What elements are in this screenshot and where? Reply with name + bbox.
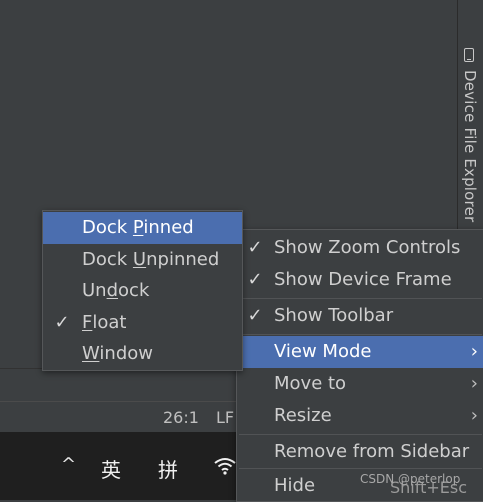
checkmark-icon: ✓ xyxy=(54,312,70,333)
submenu-item-label: Dock Unpinned xyxy=(82,249,220,270)
checkmark-icon: ✓ xyxy=(247,269,263,290)
view-mode-submenu: Dock Pinned Dock Unpinned Undock ✓ Float… xyxy=(42,210,243,371)
menu-separator xyxy=(239,334,482,335)
line-separator[interactable]: LF xyxy=(216,408,234,427)
menu-item-label: Remove from Sidebar xyxy=(274,441,470,462)
menu-separator xyxy=(239,298,482,299)
csdn-watermark: CSDN @peterlop xyxy=(360,472,461,486)
editor-area xyxy=(0,368,236,401)
checkmark-icon: ✓ xyxy=(247,305,263,326)
submenu-arrow-icon: › xyxy=(470,341,478,362)
wifi-icon[interactable] xyxy=(214,456,236,476)
submenu-item-undock[interactable]: Undock xyxy=(43,275,242,307)
checkmark-icon: ✓ xyxy=(247,237,263,258)
menu-item-label: Hide xyxy=(274,475,316,496)
menu-item-show-toolbar[interactable]: ✓ Show Toolbar xyxy=(237,300,483,332)
menu-item-show-zoom-controls[interactable]: ✓ Show Zoom Controls xyxy=(237,232,483,264)
device-file-explorer-label: Device File Explorer xyxy=(461,70,479,223)
menu-item-label: Show Zoom Controls xyxy=(274,237,461,258)
device-icon xyxy=(464,48,474,62)
menu-item-label: Move to xyxy=(274,373,347,394)
menu-item-label: Show Device Frame xyxy=(274,269,452,290)
submenu-item-label: Dock Pinned xyxy=(82,217,194,238)
submenu-arrow-icon: › xyxy=(470,405,478,426)
menu-item-label: Show Toolbar xyxy=(274,305,394,326)
submenu-item-float[interactable]: ✓ Float xyxy=(43,307,242,339)
ime-language-indicator[interactable]: 英 xyxy=(101,454,121,483)
show-hidden-icons-chevron-icon[interactable]: ^ xyxy=(61,454,76,475)
submenu-item-label: Undock xyxy=(82,280,150,301)
windows-taskbar: ^ 英 拼 xyxy=(0,432,236,500)
menu-item-remove-from-sidebar[interactable]: Remove from Sidebar xyxy=(237,436,483,468)
submenu-item-label: Float xyxy=(82,312,127,333)
menu-item-label: View Mode xyxy=(274,341,372,362)
menu-separator xyxy=(239,434,482,435)
tool-window-context-menu: ✓ Show Zoom Controls ✓ Show Device Frame… xyxy=(236,229,483,502)
device-file-explorer-tab[interactable]: Device File Explorer xyxy=(459,44,481,234)
submenu-item-dock-pinned[interactable]: Dock Pinned xyxy=(43,212,242,244)
submenu-item-label: Window xyxy=(82,343,153,364)
submenu-item-dock-unpinned[interactable]: Dock Unpinned xyxy=(43,244,242,276)
menu-item-resize[interactable]: Resize › xyxy=(237,400,483,432)
caret-position[interactable]: 26:1 xyxy=(163,408,199,427)
ime-mode-indicator[interactable]: 拼 xyxy=(158,454,178,483)
submenu-item-window[interactable]: Window xyxy=(43,338,242,370)
menu-item-show-device-frame[interactable]: ✓ Show Device Frame xyxy=(237,264,483,296)
menu-item-view-mode[interactable]: View Mode › xyxy=(237,336,483,368)
menu-separator xyxy=(239,468,482,469)
status-bar: 26:1 LF xyxy=(0,401,236,433)
menu-item-move-to[interactable]: Move to › xyxy=(237,368,483,400)
menu-item-label: Resize xyxy=(274,405,332,426)
submenu-arrow-icon: › xyxy=(470,373,478,394)
